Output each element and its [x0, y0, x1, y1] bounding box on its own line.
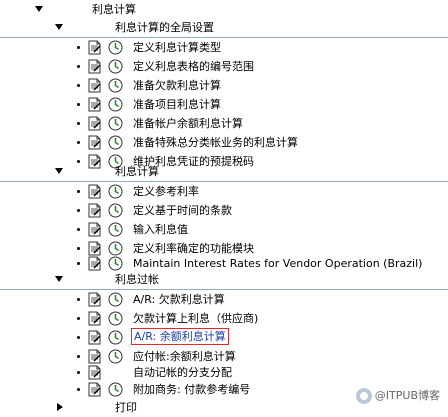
- document-icon[interactable]: [87, 97, 103, 112]
- item-label: 准备特殊总分类帐业务的利息计算: [133, 136, 298, 149]
- bullet-icon: [77, 298, 80, 301]
- collapse-arrow-icon[interactable]: [55, 168, 63, 174]
- execute-clock-icon[interactable]: [108, 382, 123, 397]
- tree-folder-interest-calc[interactable]: 利息计算: [0, 162, 448, 182]
- document-icon[interactable]: [87, 256, 103, 271]
- item-label: 准备项目利息计算: [133, 98, 221, 111]
- tree-item[interactable]: 输入利息值: [0, 220, 448, 239]
- execute-clock-icon[interactable]: [108, 116, 123, 131]
- bullet-icon: [77, 65, 80, 68]
- node-label: 利息计算: [92, 3, 136, 16]
- item-label: 准备欠款利息计算: [133, 79, 221, 92]
- execute-clock-icon[interactable]: [108, 349, 123, 364]
- document-icon[interactable]: [87, 349, 103, 364]
- bullet-icon: [77, 247, 80, 250]
- execute-clock-icon[interactable]: [108, 97, 123, 112]
- bullet-icon: [77, 141, 80, 144]
- watermark: @ITPUB博客: [355, 387, 440, 404]
- execute-clock-icon[interactable]: [108, 292, 123, 307]
- tree-item[interactable]: 定义利息表格的编号范围: [0, 57, 448, 76]
- item-label: 欠款计算上利息（供应商): [133, 312, 259, 325]
- bullet-icon: [77, 209, 80, 212]
- bullet-icon: [77, 317, 80, 320]
- document-icon[interactable]: [87, 365, 103, 380]
- item-label: 准备帐户余额利息计算: [133, 117, 243, 130]
- document-icon[interactable]: [87, 135, 103, 150]
- item-label: 定义利息计算类型: [133, 41, 221, 54]
- bullet-icon: [77, 355, 80, 358]
- execute-clock-icon[interactable]: [108, 203, 123, 218]
- item-label: 输入利息值: [133, 223, 188, 236]
- collapse-arrow-icon[interactable]: [55, 276, 63, 282]
- document-icon[interactable]: [87, 78, 103, 93]
- tree-item[interactable]: 准备欠款利息计算: [0, 76, 448, 95]
- tree-item[interactable]: 准备特殊总分类帐业务的利息计算: [0, 133, 448, 152]
- document-icon[interactable]: [87, 184, 103, 199]
- tree-folder-interest-posting[interactable]: 利息过帐: [0, 270, 448, 290]
- item-label-selected: A/R: 余额利息计算: [131, 328, 229, 345]
- watermark-logo-icon: [355, 388, 372, 404]
- document-icon[interactable]: [87, 382, 103, 397]
- document-icon[interactable]: [87, 203, 103, 218]
- bullet-icon: [77, 190, 80, 193]
- tree-node-interest-calc-root[interactable]: 利息计算: [0, 0, 448, 19]
- tree-item-selected[interactable]: A/R: 余额利息计算: [0, 328, 448, 347]
- bullet-icon: [77, 336, 80, 339]
- item-label: 定义利息表格的编号范围: [133, 60, 254, 73]
- bullet-icon: [77, 46, 80, 49]
- document-icon[interactable]: [87, 292, 103, 307]
- execute-clock-icon[interactable]: [108, 222, 123, 237]
- bullet-icon: [77, 122, 80, 125]
- document-icon[interactable]: [87, 40, 103, 55]
- execute-clock-icon[interactable]: [108, 40, 123, 55]
- item-label: 附加商务: 付款参考编号: [133, 383, 251, 396]
- execute-clock-icon[interactable]: [108, 330, 123, 345]
- tree-folder-global-settings[interactable]: 利息计算的全局设置: [0, 18, 448, 38]
- item-label: 定义参考利率: [133, 185, 199, 198]
- document-icon[interactable]: [87, 116, 103, 131]
- bullet-icon: [77, 103, 80, 106]
- execute-clock-icon[interactable]: [108, 135, 123, 150]
- bullet-icon: [77, 262, 80, 265]
- execute-clock-icon[interactable]: [108, 78, 123, 93]
- tree-item[interactable]: 欠款计算上利息（供应商): [0, 309, 448, 328]
- item-label: A/R: 欠款利息计算: [133, 293, 225, 306]
- tree-item[interactable]: 定义基于时间的条款: [0, 201, 448, 220]
- expand-arrow-icon[interactable]: [57, 403, 63, 411]
- document-icon[interactable]: [87, 311, 103, 326]
- tree-item[interactable]: 定义利息计算类型: [0, 38, 448, 57]
- folder-label: 利息计算的全局设置: [115, 21, 214, 34]
- tree-item[interactable]: 定义参考利率: [0, 182, 448, 201]
- bullet-icon: [77, 388, 80, 391]
- execute-clock-icon[interactable]: [108, 59, 123, 74]
- tree-item[interactable]: 准备项目利息计算: [0, 95, 448, 114]
- execute-clock-icon[interactable]: [108, 311, 123, 326]
- document-icon[interactable]: [87, 222, 103, 237]
- bullet-icon: [77, 371, 80, 374]
- bullet-icon: [77, 84, 80, 87]
- tree-item[interactable]: 准备帐户余额利息计算: [0, 114, 448, 133]
- folder-label: 利息过帐: [115, 273, 159, 286]
- collapse-arrow-icon[interactable]: [35, 6, 43, 12]
- bullet-icon: [77, 228, 80, 231]
- document-icon[interactable]: [87, 59, 103, 74]
- execute-clock-icon[interactable]: [108, 256, 123, 271]
- watermark-text: @ITPUB博客: [374, 389, 440, 402]
- folder-label: 利息计算: [115, 165, 159, 178]
- document-icon[interactable]: [87, 330, 103, 345]
- item-label: 定义基于时间的条款: [133, 204, 232, 217]
- collapse-arrow-icon[interactable]: [55, 24, 63, 30]
- tree-item[interactable]: A/R: 欠款利息计算: [0, 290, 448, 309]
- execute-clock-icon[interactable]: [108, 184, 123, 199]
